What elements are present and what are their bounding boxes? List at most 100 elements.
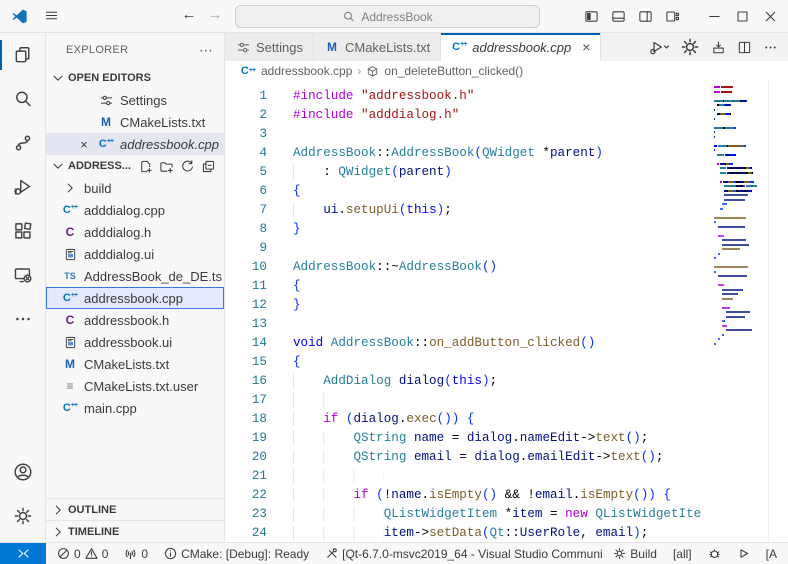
file-row[interactable]: TSAddressBook_de_DE.ts <box>46 265 224 287</box>
open-editor-row[interactable]: MCMakeLists.txt <box>46 111 224 133</box>
code-line[interactable]: 8} <box>225 220 712 239</box>
breadcrumb[interactable]: C++ addressbook.cpp › on_deleteButton_cl… <box>225 61 788 81</box>
refresh-icon[interactable] <box>180 159 195 174</box>
breadcrumb-symbol[interactable]: on_deleteButton_clicked() <box>384 64 523 78</box>
activity-bar-settings-gear[interactable] <box>0 494 46 538</box>
code-line[interactable]: 21 <box>225 467 712 486</box>
explorer-icon <box>13 45 33 65</box>
file-row[interactable]: addressbook.ui <box>46 331 224 353</box>
code-line[interactable]: 22 if (!name.isEmpty() && !email.isEmpty… <box>225 486 712 505</box>
code-line[interactable]: 24 item->setData(Qt::UserRole, email); <box>225 524 712 542</box>
file-row[interactable]: ≡CMakeLists.txt.user <box>46 375 224 397</box>
collapse-all-icon[interactable] <box>201 159 216 174</box>
file-row[interactable]: Cadddialog.h <box>46 221 224 243</box>
tab-cmakelists-txt[interactable]: MCMakeLists.txt <box>314 33 441 61</box>
layout-panel-icon[interactable] <box>611 9 626 24</box>
code-line[interactable]: 18 if (dialog.exec()) { <box>225 410 712 429</box>
file-row[interactable]: MCMakeLists.txt <box>46 353 224 375</box>
section-timeline[interactable]: TIMELINE <box>46 520 224 542</box>
tab-settings[interactable]: Settings <box>225 33 314 61</box>
new-file-icon[interactable] <box>138 159 153 174</box>
activity-bar-search[interactable] <box>0 77 46 121</box>
status-cmake-debug[interactable] <box>703 547 726 560</box>
file-row[interactable]: C++main.cpp <box>46 397 224 419</box>
code-line[interactable]: 1#include "addressbook.h" <box>225 87 712 106</box>
activity-bar-account[interactable] <box>0 450 46 494</box>
code-line[interactable]: 7 ui.setupUi(this); <box>225 201 712 220</box>
status-build-target[interactable]: [all] <box>668 547 697 561</box>
activity-bar-source-control[interactable] <box>0 121 46 165</box>
status-cmake-status[interactable]: CMake: [Debug]: Ready <box>159 547 314 561</box>
code-line[interactable]: 13 <box>225 315 712 334</box>
layout-customize-icon[interactable] <box>665 9 680 24</box>
code-line[interactable]: 20 QString email = dialog.emailEdit->tex… <box>225 448 712 467</box>
status-ports[interactable]: 0 <box>119 547 153 561</box>
open-editor-row[interactable]: Settings <box>46 89 224 111</box>
code-line[interactable]: 23 QListWidgetItem *item = new QListWidg… <box>225 505 712 524</box>
layout-sidebar-right-icon[interactable] <box>638 9 653 24</box>
code-line[interactable]: 5 : QWidget(parent) <box>225 163 712 182</box>
more-h-icon[interactable] <box>763 40 778 55</box>
line-number: 23 <box>225 505 267 524</box>
code-line[interactable]: 12} <box>225 296 712 315</box>
settings-gear-icon[interactable] <box>680 37 700 57</box>
code-line[interactable]: 2#include "adddialog.h" <box>225 106 712 125</box>
code-line[interactable]: 4AddressBook::AddressBook(QWidget *paren… <box>225 144 712 163</box>
status-remote-indicator[interactable] <box>0 543 46 564</box>
file-row[interactable]: Caddressbook.h <box>46 309 224 331</box>
file-row[interactable]: C++adddialog.cpp <box>46 199 224 221</box>
line-number: 13 <box>225 315 267 334</box>
open-editors-header[interactable]: OPEN EDITORS <box>46 67 224 89</box>
activity-bar-remote-explorer[interactable] <box>0 253 46 297</box>
activity-bar-run-debug[interactable] <box>0 165 46 209</box>
open-editor-row[interactable]: ×C++addressbook.cpp <box>46 133 224 155</box>
tab-addressbook-cpp[interactable]: C++addressbook.cpp× <box>441 33 601 61</box>
code-line[interactable]: 3 <box>225 125 712 144</box>
install-icon[interactable] <box>711 40 726 55</box>
file-row[interactable]: C++addressbook.cpp <box>46 287 224 309</box>
code-line[interactable]: 6{ <box>225 182 712 201</box>
code-line[interactable]: 15{ <box>225 353 712 372</box>
activity-bar-explorer[interactable] <box>0 33 46 77</box>
activity-bar-extensions[interactable] <box>0 209 46 253</box>
code-line[interactable]: 10AddressBook::~AddressBook() <box>225 258 712 277</box>
file-row[interactable]: adddialog.ui <box>46 243 224 265</box>
breadcrumb-file[interactable]: addressbook.cpp <box>261 64 352 78</box>
status-cmake-run[interactable] <box>732 547 755 560</box>
code-line[interactable]: 16 AddDialog dialog(this); <box>225 372 712 391</box>
close-button[interactable] <box>763 9 778 24</box>
close-tab-icon[interactable]: × <box>582 39 590 55</box>
split-editor-icon[interactable] <box>737 40 752 55</box>
status-cmake-build[interactable]: Build <box>608 547 662 561</box>
code-line[interactable]: 9 <box>225 239 712 258</box>
close-editor-icon[interactable]: × <box>76 137 92 152</box>
line-number: 21 <box>225 467 267 486</box>
maximize-button[interactable] <box>735 9 750 24</box>
status-cmake-kit[interactable]: [Qt-6.7.0-msvc2019_64 - Visual Studio Co… <box>320 547 602 561</box>
status-launch-target[interactable]: [A <box>761 547 782 561</box>
code-line[interactable]: 14void AddressBook::on_addButton_clicked… <box>225 334 712 353</box>
code-editor[interactable]: 1#include "addressbook.h"2#include "addd… <box>225 81 788 542</box>
code-line[interactable]: 11{ <box>225 277 712 296</box>
file-label: build <box>84 181 111 196</box>
menu-icon[interactable] <box>44 8 59 23</box>
scrollbar[interactable] <box>768 81 788 542</box>
project-folder-header[interactable]: ADDRESS... <box>46 155 224 177</box>
code-line[interactable]: 19 QString name = dialog.nameEdit->text(… <box>225 429 712 448</box>
section-outline[interactable]: OUTLINE <box>46 498 224 520</box>
layout-sidebar-left-icon[interactable] <box>584 9 599 24</box>
code-line[interactable]: 17 <box>225 391 712 410</box>
nav-forward-button[interactable]: → <box>204 6 226 23</box>
file-row[interactable]: build <box>46 177 224 199</box>
activity-bar-more[interactable] <box>0 297 46 341</box>
c-header-file-icon: C <box>62 225 78 239</box>
run-menu-icon[interactable] <box>649 37 669 57</box>
new-folder-icon[interactable] <box>159 159 174 174</box>
sidebar-more-actions[interactable]: ⋯ <box>199 42 214 59</box>
status-bar: 000CMake: [Debug]: Ready[Qt-6.7.0-msvc20… <box>0 542 788 564</box>
minimize-button[interactable] <box>707 9 722 24</box>
minimap[interactable] <box>712 86 768 542</box>
nav-back-button[interactable]: ← <box>178 6 200 23</box>
command-center-search[interactable]: AddressBook <box>235 5 540 28</box>
status-problems[interactable]: 00 <box>52 547 113 561</box>
